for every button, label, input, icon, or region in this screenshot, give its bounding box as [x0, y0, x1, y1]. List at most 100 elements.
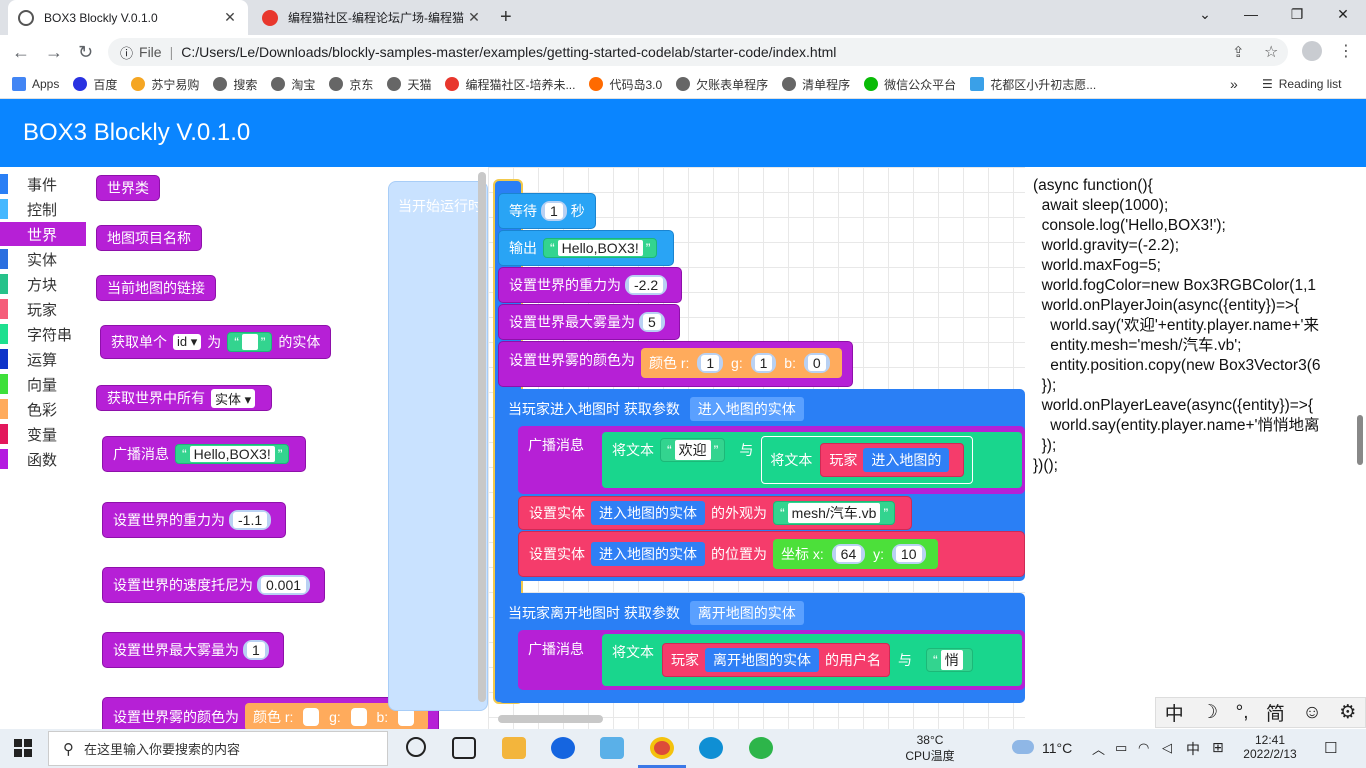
emoji-icon[interactable]: ☺	[1302, 702, 1321, 724]
type-dropdown[interactable]: 实体 ▾	[211, 388, 256, 408]
block-broadcast[interactable]: 广播消息 “Hello,BOX3!”	[102, 436, 307, 472]
string-value[interactable]: 欢迎	[674, 440, 711, 460]
block-set-appearance[interactable]: 设置实体 进入地图的实体 的外观为 “mesh/汽车.vb”	[518, 496, 913, 530]
bookmark-item[interactable]: 淘宝	[271, 76, 315, 93]
number-slot[interactable]: 1	[697, 353, 724, 373]
task-view-icon[interactable]	[452, 737, 476, 759]
variable-chip[interactable]: 进入地图的实体	[689, 397, 804, 421]
variable-chip[interactable]: 进入地图的实体	[591, 501, 705, 525]
category-vector[interactable]: 向量	[0, 372, 86, 396]
category-string[interactable]: 字符串	[0, 322, 86, 346]
flyout-scrollbar[interactable]	[478, 172, 486, 702]
notification-icon[interactable]: ☐	[1324, 739, 1337, 757]
variable-chip[interactable]: 离开地图的实体	[689, 601, 804, 625]
bookmark-item[interactable]: 代码岛3.0	[589, 76, 662, 93]
cpu-widget[interactable]: 38°C CPU温度	[900, 733, 960, 764]
bookmark-item[interactable]: 百度	[73, 76, 117, 93]
block-get-entity[interactable]: 获取单个 id ▾ 为 “ ” 的实体	[100, 325, 332, 359]
number-value[interactable]: 5	[643, 314, 661, 330]
windows-start-icon[interactable]	[14, 739, 32, 757]
block-world-class[interactable]: 世界类	[96, 175, 160, 201]
number-value[interactable]: 64	[835, 546, 862, 562]
close-icon[interactable]: ✕	[222, 9, 238, 26]
share-icon[interactable]: ⇪	[1232, 43, 1245, 61]
id-dropdown[interactable]: id ▾	[173, 334, 202, 350]
number-value[interactable]: 1	[545, 203, 563, 219]
string-value[interactable]: 悄	[940, 650, 963, 670]
block-set-fog-color[interactable]: 设置世界雾的颜色为 颜色 r: 1 g: 1 b: 0	[498, 341, 853, 387]
profile-avatar[interactable]	[1302, 41, 1322, 61]
block-map-name[interactable]: 地图项目名称	[96, 225, 202, 251]
number-slot[interactable]: 5	[639, 312, 665, 332]
minimize-button[interactable]: —	[1228, 6, 1274, 22]
settings-icon[interactable]: ⚙	[1339, 701, 1356, 724]
category-math[interactable]: 运算	[0, 347, 86, 371]
bookmark-item[interactable]: 天猫	[387, 76, 431, 93]
tab-codemao[interactable]: 编程猫社区-编程论坛广场-编程猫 ✕	[252, 0, 492, 35]
volume-icon[interactable]: ◁	[1162, 740, 1172, 756]
simplified-toggle[interactable]: 简	[1266, 699, 1285, 726]
tab-search-button[interactable]: ⌄	[1182, 6, 1228, 23]
variable-chip[interactable]: 离开地图的实体	[705, 648, 819, 672]
bookmark-item[interactable]: 苏宁易购	[131, 76, 199, 93]
category-block[interactable]: 方块	[0, 272, 86, 296]
category-control[interactable]: 控制	[0, 197, 86, 221]
category-functions[interactable]: 函数	[0, 447, 86, 471]
number-value[interactable]: 10	[895, 546, 922, 562]
bookmark-item[interactable]: 欠账表单程序	[676, 76, 768, 93]
string-slot[interactable]: “ ”	[227, 332, 273, 352]
number-value[interactable]: 0.001	[261, 577, 307, 593]
bookmark-item[interactable]: 搜索	[213, 76, 257, 93]
ime-mode[interactable]: 中	[1165, 699, 1184, 726]
number-value[interactable]: 1	[247, 642, 265, 658]
number-slot[interactable]: 1	[541, 201, 567, 221]
block-get-all[interactable]: 获取世界中所有 实体 ▾	[96, 385, 273, 411]
variable-chip[interactable]: 进入地图的	[863, 448, 950, 472]
block-broadcast[interactable]: 广播消息 将文本 “欢迎” 与 将文本 玩家 进入地图的	[518, 426, 1025, 494]
app-green-icon[interactable]	[749, 737, 773, 759]
text-join-block[interactable]: 将文本 玩家 离开地图的实体 的用户名 与 “悄	[602, 634, 1022, 686]
bookmark-item[interactable]: 花都区小升初志愿...	[970, 76, 1096, 93]
close-icon[interactable]: ✕	[466, 9, 482, 26]
close-window-button[interactable]: ✕	[1320, 6, 1366, 23]
input-language[interactable]: 中	[1186, 739, 1200, 759]
address-bar[interactable]: ⓘ File | C:/Users/Le/Downloads/blockly-s…	[108, 38, 1288, 66]
star-icon[interactable]: ☆	[1264, 42, 1278, 62]
ime-grid-icon[interactable]: ⊞	[1212, 739, 1224, 756]
number-slot[interactable]: 10	[891, 544, 926, 564]
category-player[interactable]: 玩家	[0, 297, 86, 321]
block-output[interactable]: 输出 “Hello,BOX3!”	[498, 230, 675, 266]
weather-temp[interactable]: 11°C	[1042, 740, 1072, 756]
number-value[interactable]: 1	[701, 355, 720, 371]
category-variables[interactable]: 变量	[0, 422, 86, 446]
back-icon[interactable]: ←	[12, 42, 30, 63]
tray-up-icon[interactable]: ︿	[1092, 739, 1105, 758]
bookmark-item[interactable]: Apps	[12, 77, 59, 91]
app-l-icon[interactable]	[551, 737, 575, 759]
cortana-icon[interactable]	[406, 737, 426, 757]
block-set-fog[interactable]: 设置世界最大雾量为 1	[102, 632, 284, 668]
taskbar-search[interactable]: ⚲ 在这里输入你要搜索的内容	[48, 731, 388, 766]
number-value[interactable]: -1.1	[233, 512, 268, 528]
category-world[interactable]: 世界	[0, 222, 86, 246]
number-value[interactable]: 1	[754, 355, 773, 371]
chrome-icon[interactable]	[650, 737, 674, 759]
info-icon[interactable]: ⓘ	[120, 43, 133, 62]
block-set-gravity[interactable]: 设置世界的重力为 -2.2	[498, 267, 683, 303]
restore-button[interactable]: ❐	[1274, 6, 1320, 23]
bookmark-item[interactable]: 微信公众平台	[864, 76, 956, 93]
menu-icon[interactable]: ⋮	[1338, 41, 1354, 61]
reload-icon[interactable]: ↻	[78, 42, 93, 63]
wifi-icon[interactable]: ◠	[1138, 740, 1149, 756]
reading-list-button[interactable]: ☰ Reading list	[1262, 77, 1341, 91]
text-join-block[interactable]: 将文本 “欢迎” 与 将文本 玩家 进入地图的	[602, 432, 1022, 488]
tab-box3-blockly[interactable]: BOX3 Blockly V.0.1.0 ✕	[8, 0, 248, 35]
string-value[interactable]: Hello,BOX3!	[557, 240, 643, 256]
number-slot[interactable]: 1	[750, 353, 777, 373]
number-slot[interactable]: -1.1	[229, 510, 272, 530]
number-slot[interactable]: 64	[831, 544, 866, 564]
block-set-damping[interactable]: 设置世界的速度托尼为 0.001	[102, 567, 326, 603]
moon-icon[interactable]: ☽	[1201, 701, 1218, 724]
string-value[interactable]: Hello,BOX3!	[189, 446, 275, 462]
block-broadcast[interactable]: 广播消息 将文本 玩家 离开地图的实体 的用户名 与 “悄	[518, 630, 1025, 690]
